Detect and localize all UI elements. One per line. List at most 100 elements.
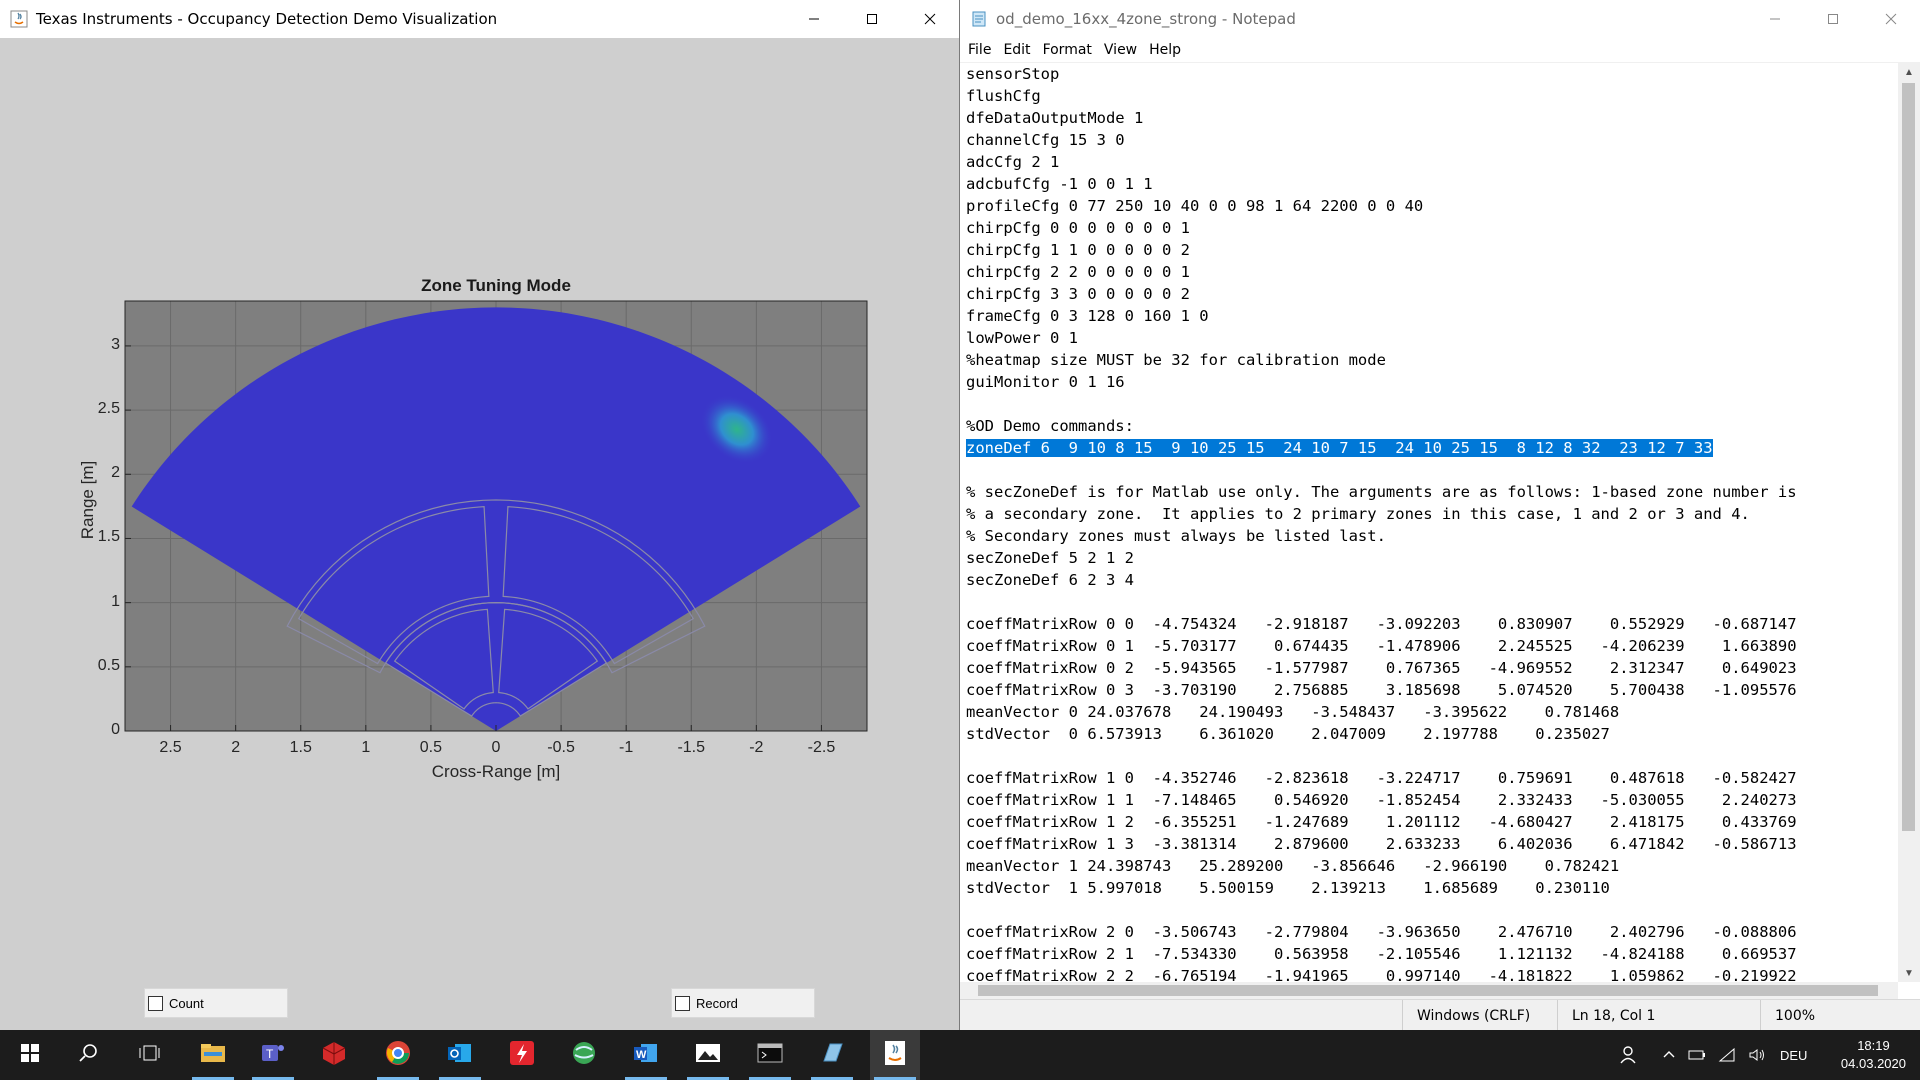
x-tick-label: 1.5 xyxy=(289,739,312,756)
horizontal-scroll-thumb[interactable] xyxy=(978,985,1878,996)
speaker-icon[interactable] xyxy=(1748,1047,1766,1063)
text-line[interactable] xyxy=(966,393,1898,415)
menu-help[interactable]: Help xyxy=(1149,42,1181,58)
text-line[interactable]: secZoneDef 6 2 3 4 xyxy=(966,569,1898,591)
people-icon[interactable] xyxy=(1618,1044,1640,1066)
count-checkbox-box[interactable] xyxy=(148,995,163,1011)
taskbar-start-button[interactable] xyxy=(5,1030,55,1080)
text-line[interactable]: stdVector 1 5.997018 5.500159 2.139213 1… xyxy=(966,877,1898,899)
notepad-maximize-button[interactable] xyxy=(1804,0,1862,38)
text-line[interactable]: coeffMatrixRow 2 2 -6.765194 -1.941965 0… xyxy=(966,965,1898,982)
taskbar-notepad-button[interactable] xyxy=(807,1030,857,1080)
taskbar-chrome-button[interactable] xyxy=(373,1030,423,1080)
text-line[interactable]: stdVector 0 6.573913 6.361020 2.047009 2… xyxy=(966,723,1898,745)
text-line[interactable]: chirpCfg 2 2 0 0 0 0 0 1 xyxy=(966,261,1898,283)
clock-time: 18:19 xyxy=(1857,1038,1890,1053)
text-line[interactable]: coeffMatrixRow 1 3 -3.381314 2.879600 2.… xyxy=(966,833,1898,855)
text-line[interactable]: chirpCfg 3 3 0 0 0 0 0 2 xyxy=(966,283,1898,305)
text-line[interactable]: meanVector 1 24.398743 25.289200 -3.8566… xyxy=(966,855,1898,877)
text-line[interactable]: coeffMatrixRow 1 1 -7.148465 0.546920 -1… xyxy=(966,789,1898,811)
text-line[interactable]: flushCfg xyxy=(966,85,1898,107)
text-editor[interactable]: sensorStop flushCfg dfeDataOutputMode 1 cha… xyxy=(960,63,1898,982)
text-line[interactable]: coeffMatrixRow 0 2 -5.943565 -1.577987 0… xyxy=(966,657,1898,679)
text-line[interactable]: % Secondary zones must always be listed … xyxy=(966,525,1898,547)
status-bar: Windows (CRLF) Ln 18, Col 1 100% xyxy=(960,999,1920,1031)
vertical-scroll-thumb[interactable] xyxy=(1902,83,1915,831)
file-explorer-icon xyxy=(200,1042,226,1069)
taskbar-flash-app-button[interactable] xyxy=(497,1030,547,1080)
text-line[interactable]: guiMonitor 0 1 16 xyxy=(966,371,1898,393)
text-line[interactable]: coeffMatrixRow 1 0 -4.352746 -2.823618 -… xyxy=(966,767,1898,789)
vertical-scrollbar[interactable]: ▲ ▼ xyxy=(1898,63,1920,982)
text-line[interactable]: channelCfg 15 3 0 xyxy=(966,129,1898,151)
outlook-icon xyxy=(447,1041,473,1070)
taskbar-photos-button[interactable] xyxy=(683,1030,733,1080)
taskbar-terminal-button[interactable] xyxy=(745,1030,795,1080)
taskbar-word-button[interactable]: W xyxy=(621,1030,671,1080)
text-line[interactable]: lowPower 0 1 xyxy=(966,327,1898,349)
menu-edit[interactable]: Edit xyxy=(1003,42,1030,58)
text-line[interactable]: chirpCfg 1 1 0 0 0 0 0 2 xyxy=(966,239,1898,261)
taskbar-network-globe-button[interactable] xyxy=(559,1030,609,1080)
horizontal-scrollbar[interactable] xyxy=(960,982,1898,999)
taskbar-teams-button[interactable]: T xyxy=(248,1030,298,1080)
text-line[interactable]: adcCfg 2 1 xyxy=(966,151,1898,173)
scroll-up-icon[interactable]: ▲ xyxy=(1898,63,1920,81)
text-line[interactable]: %heatmap size MUST be 32 for calibration… xyxy=(966,349,1898,371)
text-line[interactable]: coeffMatrixRow 0 1 -5.703177 0.674435 -1… xyxy=(966,635,1898,657)
taskbar-task-view-button[interactable] xyxy=(124,1030,174,1080)
chrome-icon xyxy=(385,1040,411,1071)
taskbar-cube-app-button[interactable] xyxy=(309,1030,359,1080)
count-checkbox[interactable]: Count xyxy=(144,988,288,1018)
wifi-icon[interactable] xyxy=(1718,1047,1736,1063)
photos-icon xyxy=(695,1042,721,1069)
text-line[interactable] xyxy=(966,591,1898,613)
text-line[interactable]: coeffMatrixRow 0 3 -3.703190 2.756885 3.… xyxy=(966,679,1898,701)
menu-file[interactable]: File xyxy=(968,42,991,58)
selected-text-line[interactable]: zoneDef 6 9 10 8 15 9 10 25 15 24 10 7 1… xyxy=(966,437,1898,459)
taskbar-search-button[interactable] xyxy=(63,1030,113,1080)
notepad-titlebar[interactable]: od_demo_16xx_4zone_strong - Notepad xyxy=(960,0,1920,38)
text-line[interactable] xyxy=(966,459,1898,481)
taskbar-file-explorer-button[interactable] xyxy=(188,1030,238,1080)
menu-format[interactable]: Format xyxy=(1043,42,1092,58)
text-line[interactable]: coeffMatrixRow 1 2 -6.355251 -1.247689 1… xyxy=(966,811,1898,833)
editor-content[interactable]: sensorStop flushCfg dfeDataOutputMode 1 cha… xyxy=(960,63,1898,982)
text-line[interactable]: secZoneDef 5 2 1 2 xyxy=(966,547,1898,569)
notepad-minimize-button[interactable] xyxy=(1746,0,1804,38)
text-line[interactable]: % a secondary zone. It applies to 2 prim… xyxy=(966,503,1898,525)
visualization-window: Texas Instruments - Occupancy Detection … xyxy=(0,0,960,1030)
input-language[interactable]: DEU xyxy=(1780,1048,1807,1063)
taskbar-outlook-button[interactable] xyxy=(435,1030,485,1080)
text-line[interactable]: frameCfg 0 3 128 0 160 1 0 xyxy=(966,305,1898,327)
clock[interactable]: 18:19 04.03.2020 xyxy=(1841,1037,1906,1073)
text-line[interactable]: profileCfg 0 77 250 10 40 0 0 98 1 64 22… xyxy=(966,195,1898,217)
notepad-title: od_demo_16xx_4zone_strong - Notepad xyxy=(996,10,1296,28)
taskbar-java-button[interactable] xyxy=(870,1030,920,1080)
chevron-up-icon[interactable] xyxy=(1662,1048,1676,1062)
text-line[interactable]: coeffMatrixRow 2 1 -7.534330 0.563958 -2… xyxy=(966,943,1898,965)
scroll-down-icon[interactable]: ▼ xyxy=(1898,964,1920,982)
text-line[interactable]: % secZoneDef is for Matlab use only. The… xyxy=(966,481,1898,503)
start-icon xyxy=(20,1043,40,1068)
x-tick-label: -1 xyxy=(619,739,634,756)
y-tick-label: 0.5 xyxy=(97,656,120,674)
menu-view[interactable]: View xyxy=(1104,42,1137,58)
text-line[interactable]: sensorStop xyxy=(966,63,1898,85)
text-line[interactable]: adcbufCfg -1 0 0 1 1 xyxy=(966,173,1898,195)
text-line[interactable]: meanVector 0 24.037678 24.190493 -3.5484… xyxy=(966,701,1898,723)
text-line[interactable]: dfeDataOutputMode 1 xyxy=(966,107,1898,129)
text-line[interactable]: coeffMatrixRow 0 0 -4.754324 -2.918187 -… xyxy=(966,613,1898,635)
text-line[interactable]: chirpCfg 0 0 0 0 0 0 0 1 xyxy=(966,217,1898,239)
record-checkbox-box[interactable] xyxy=(675,995,690,1011)
notepad-close-button[interactable] xyxy=(1862,0,1920,38)
word-icon: W xyxy=(633,1041,659,1070)
record-checkbox[interactable]: Record xyxy=(671,988,815,1018)
text-line[interactable]: coeffMatrixRow 2 0 -3.506743 -2.779804 -… xyxy=(966,921,1898,943)
text-line[interactable] xyxy=(966,899,1898,921)
terminal-icon xyxy=(757,1042,783,1069)
battery-icon[interactable] xyxy=(1688,1048,1706,1062)
text-line[interactable]: %OD Demo commands: xyxy=(966,415,1898,437)
menu-bar: File Edit Format View Help xyxy=(960,38,1920,63)
text-line[interactable] xyxy=(966,745,1898,767)
